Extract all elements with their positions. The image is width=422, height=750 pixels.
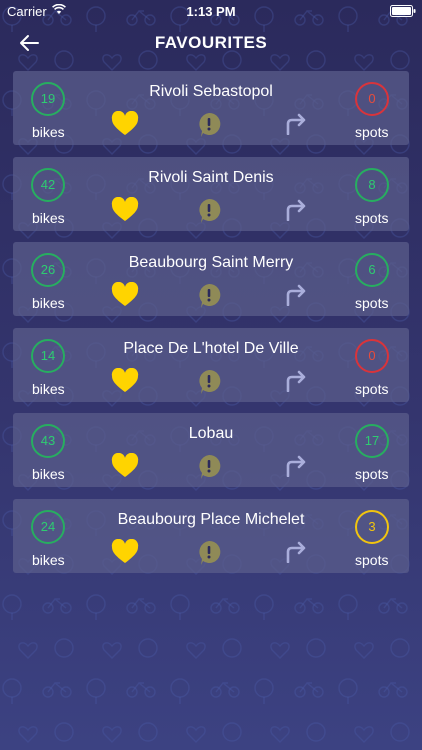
navigation-bar: FAVOURITES (0, 22, 422, 66)
spots-label: spots (355, 380, 389, 397)
bikes-count-badge: 42 (31, 167, 65, 202)
directions-icon[interactable] (285, 284, 309, 306)
station-name: Beaubourg Place Michelet (117, 510, 305, 528)
favourite-card[interactable]: 43 bikes Lobau 17 spots (13, 413, 409, 487)
station-name: Beaubourg Saint Merry (128, 254, 294, 271)
status-bar: Carrier 1:13 PM (0, 0, 422, 22)
directions-icon[interactable] (285, 370, 309, 392)
report-alert-icon[interactable] (197, 369, 221, 395)
bikes-label: bikes (32, 295, 65, 311)
station-name: Rivoli Saint Denis (148, 168, 274, 186)
favourite-heart-icon[interactable] (111, 282, 139, 308)
report-alert-icon[interactable] (197, 198, 221, 224)
directions-icon[interactable] (285, 199, 309, 221)
bikes-count-badge: 24 (31, 509, 65, 544)
bikes-label: bikes (32, 124, 65, 140)
favourite-heart-icon[interactable] (111, 196, 139, 223)
station-name: Place De L'hotel De Ville (123, 339, 299, 357)
favourite-heart-icon[interactable] (111, 111, 139, 137)
report-alert-icon[interactable] (197, 112, 221, 138)
spots-label: spots (355, 466, 389, 482)
spots-label: spots (355, 551, 389, 568)
directions-icon[interactable] (285, 455, 309, 477)
bikes-label: bikes (32, 466, 65, 482)
favourites-list: 19 bikes Rivoli Sebastopol 0 spots 42 bi… (13, 71, 409, 584)
favourite-heart-icon[interactable] (111, 453, 139, 479)
page-title: FAVOURITES (154, 33, 268, 52)
bikes-label: bikes (32, 380, 65, 397)
favourite-card[interactable]: 19 bikes Rivoli Sebastopol 0 spots (13, 71, 409, 145)
spots-label: spots (355, 124, 389, 140)
report-alert-icon[interactable] (197, 454, 221, 480)
battery-icon (390, 5, 416, 17)
spots-count-badge: 3 (355, 509, 389, 544)
favourite-heart-icon[interactable] (111, 538, 139, 565)
favourite-heart-icon[interactable] (111, 367, 139, 394)
station-name: Rivoli Sebastopol (149, 83, 273, 100)
report-alert-icon[interactable] (197, 283, 221, 309)
bikes-count-badge: 14 (31, 338, 65, 373)
bikes-count-badge: 43 (31, 424, 65, 458)
spots-label: spots (355, 209, 389, 226)
favourite-card[interactable]: 26 bikes Beaubourg Saint Merry 6 spots (13, 242, 409, 316)
favourite-card[interactable]: 14 bikes Place De L'hotel De Ville 0 spo… (13, 327, 409, 402)
station-name: Lobau (188, 425, 234, 442)
bikes-count-badge: 26 (31, 253, 65, 287)
spots-label: spots (355, 295, 389, 311)
status-time: 1:13 PM (186, 4, 236, 19)
favourite-card[interactable]: 42 bikes Rivoli Saint Denis 8 spots (13, 156, 409, 231)
bikes-count-badge: 19 (31, 82, 65, 116)
spots-count-badge: 17 (355, 424, 389, 458)
bikes-label: bikes (32, 209, 65, 226)
spots-count-badge: 0 (355, 338, 389, 373)
spots-count-badge: 6 (355, 253, 389, 287)
spots-count-badge: 8 (355, 167, 389, 202)
spots-count-badge: 0 (355, 82, 389, 116)
bikes-label: bikes (32, 551, 65, 568)
report-alert-icon[interactable] (197, 540, 221, 566)
directions-icon[interactable] (285, 541, 309, 563)
directions-icon[interactable] (285, 113, 309, 135)
favourite-card[interactable]: 24 bikes Beaubourg Place Michelet 3 spot… (13, 498, 409, 573)
